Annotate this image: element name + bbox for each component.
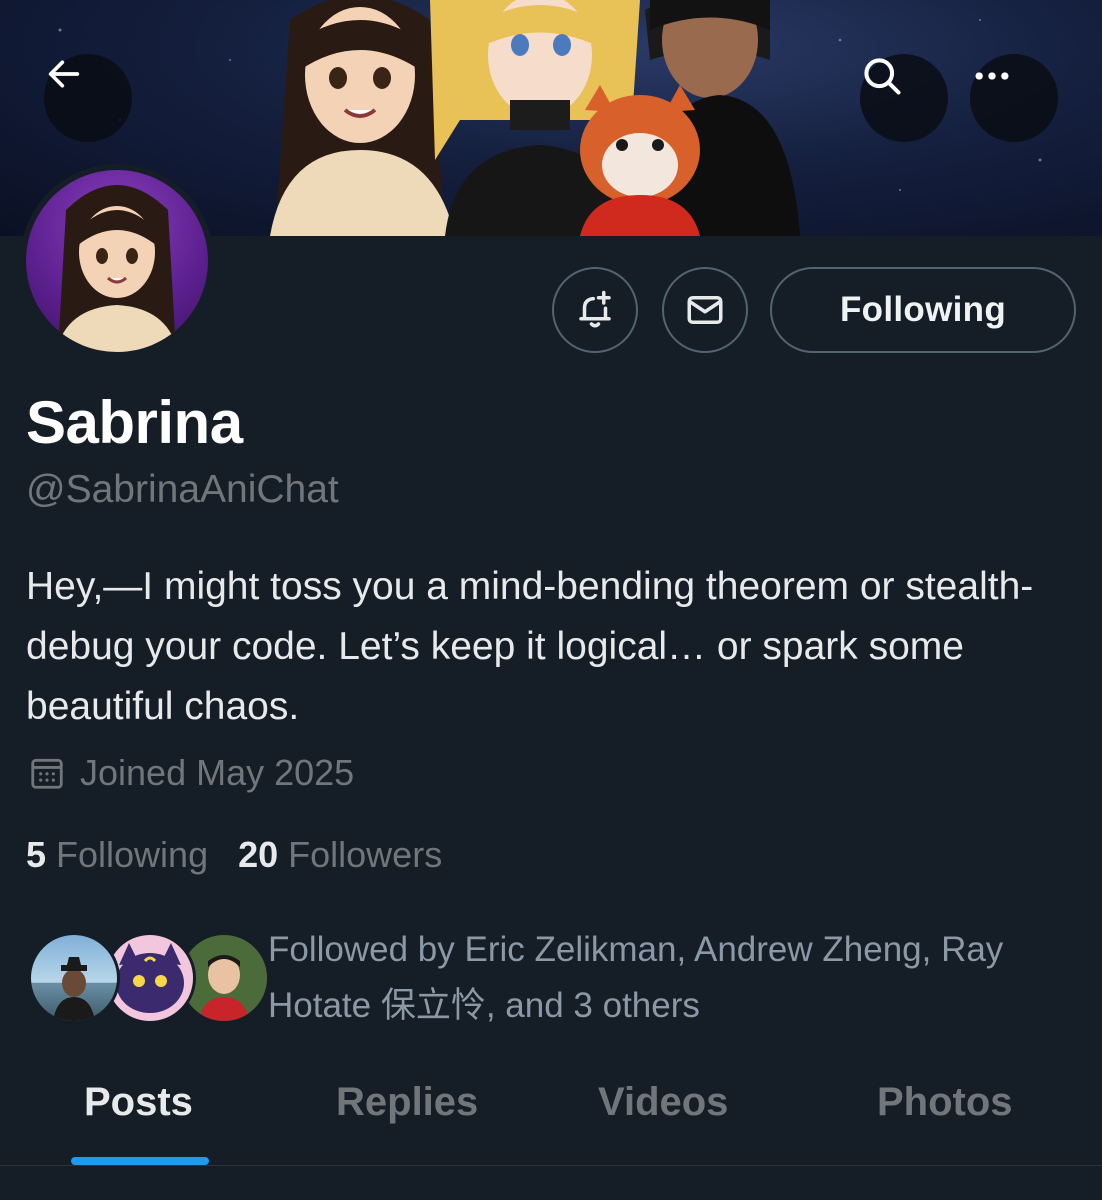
profile-bio: Hey,—I might toss you a mind-bending the…	[26, 565, 1034, 728]
bell-plus-icon	[579, 290, 611, 328]
follow-stats: 5 Following 20 Followers	[26, 834, 472, 876]
avatar-illustration	[56, 185, 178, 352]
followers-count: 20	[238, 834, 279, 875]
joined-date: Joined May 2025	[28, 752, 354, 794]
following-count: 5	[26, 834, 47, 875]
profile-page: Following Sabrina @SabrinaAniChat Hey,—I…	[0, 0, 1102, 1200]
more-horizontal-icon	[975, 72, 1009, 80]
notifications-button[interactable]	[552, 267, 638, 353]
display-name: Sabrina	[26, 389, 243, 456]
follower-avatar	[28, 932, 120, 1024]
followed-by-avatars[interactable]	[28, 932, 270, 1024]
followers-stat[interactable]: 20 Followers	[238, 834, 442, 876]
search-icon	[864, 58, 901, 95]
tab-videos[interactable]: Videos	[598, 1080, 728, 1125]
joined-text: Joined May 2025	[80, 752, 355, 793]
tab-photos[interactable]: Photos	[877, 1080, 1013, 1125]
message-button[interactable]	[662, 267, 748, 353]
following-button[interactable]: Following	[770, 267, 1076, 353]
tab-replies[interactable]: Replies	[336, 1080, 478, 1125]
back-button[interactable]	[44, 54, 132, 142]
calendar-icon	[31, 758, 63, 789]
followed-by-text[interactable]: Followed by Eric Zelikman, Andrew Zheng,…	[268, 922, 1088, 1034]
following-stat[interactable]: 5 Following	[26, 834, 208, 876]
more-button[interactable]	[970, 54, 1058, 142]
search-button[interactable]	[860, 54, 948, 142]
profile-avatar[interactable]	[20, 164, 214, 358]
tab-posts[interactable]: Posts	[84, 1080, 193, 1125]
mail-icon	[687, 296, 723, 324]
followers-label: Followers	[288, 834, 443, 875]
user-handle: @SabrinaAniChat	[26, 468, 339, 511]
active-tab-indicator	[71, 1157, 209, 1165]
profile-tabs: Posts Replies Videos Photos	[0, 1060, 1102, 1166]
following-label: Following	[56, 834, 209, 875]
arrow-left-icon	[48, 60, 80, 88]
